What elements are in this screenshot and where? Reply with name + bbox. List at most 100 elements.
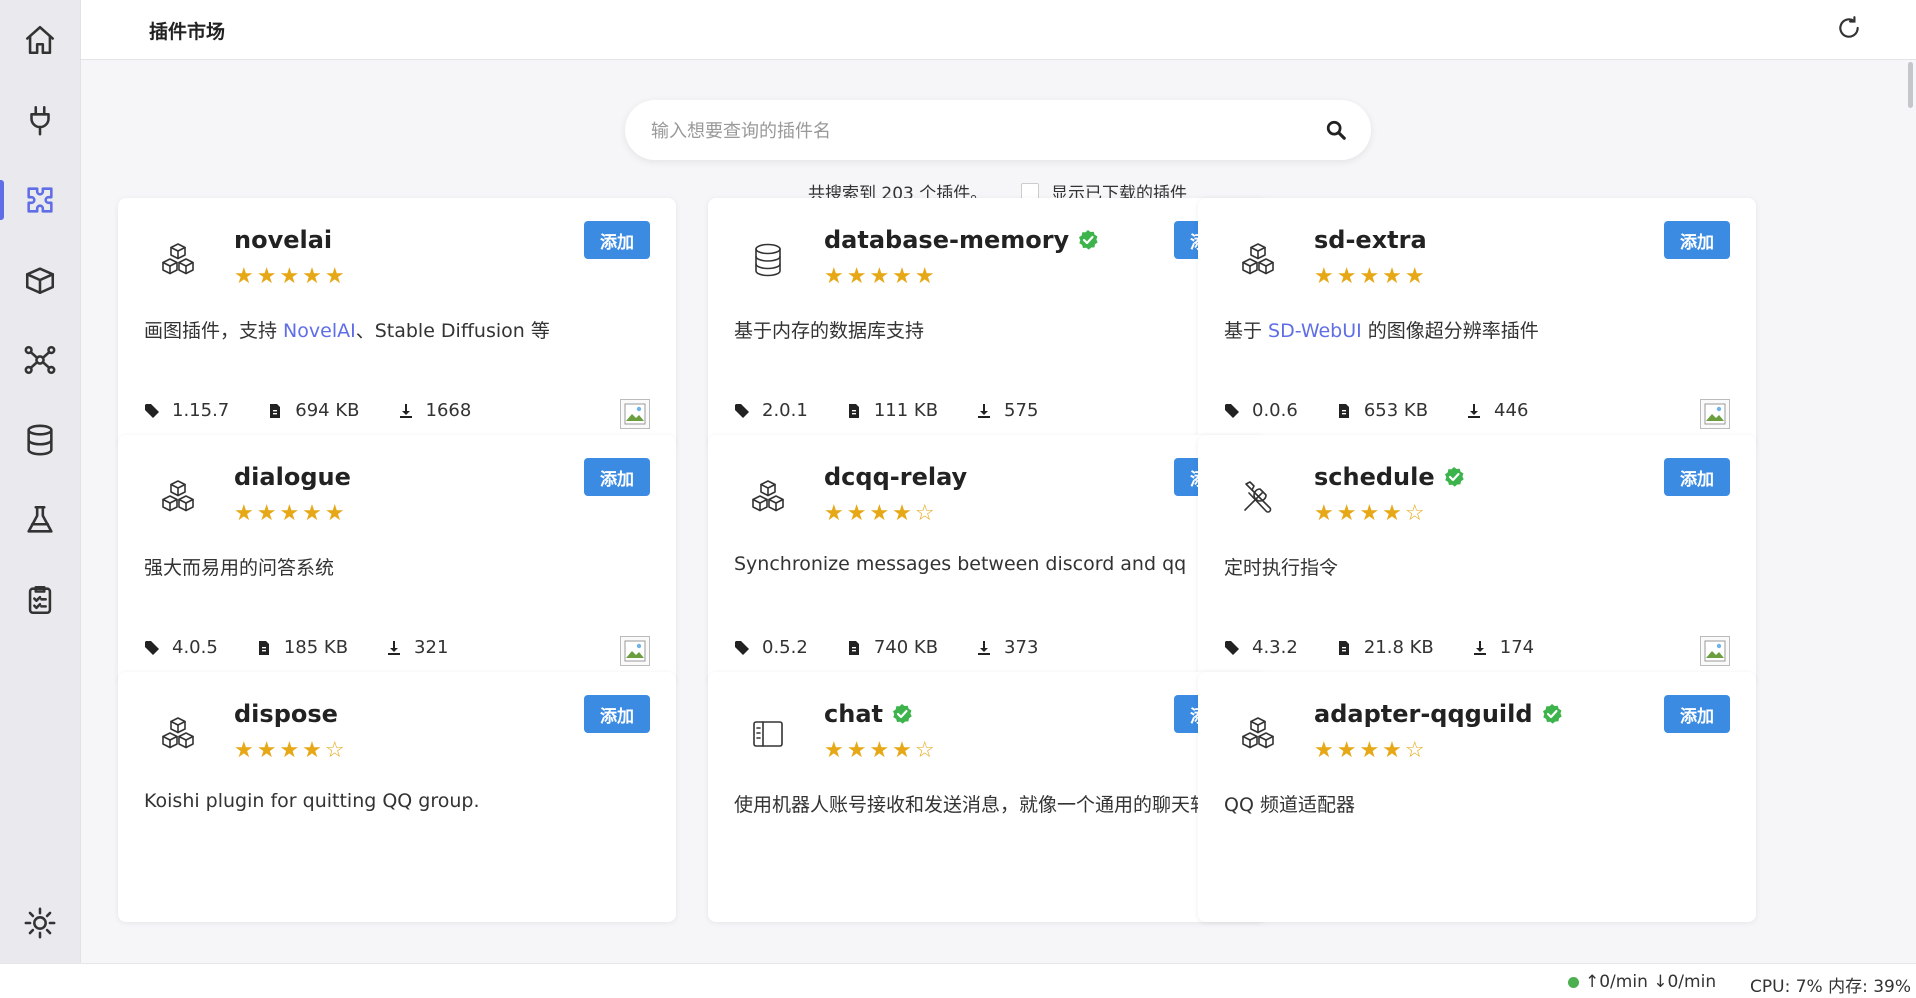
plugin-card[interactable]: database-memory★★★★★基于内存的数据库支持添加2.0.1111…: [708, 198, 1266, 448]
flask-icon: [27, 505, 53, 533]
search-bar: [625, 100, 1371, 162]
nav-database[interactable]: [0, 410, 80, 470]
plugin-name[interactable]: dialogue: [234, 463, 351, 491]
description-text: Synchronize messages between discord and…: [734, 553, 1187, 575]
puzzle-icon: [27, 187, 53, 213]
plugin-card[interactable]: chat★★★★☆使用机器人账号接收和发送消息，就像一个通用的聊天软件一添加: [708, 672, 1266, 922]
plugin-name[interactable]: adapter-qqguild: [1314, 700, 1563, 728]
plugin-name-text: chat: [824, 700, 883, 728]
plugin-size: 653 KB: [1336, 400, 1428, 421]
database-icon: [746, 238, 790, 282]
plug-icon: [30, 105, 50, 136]
plugin-name[interactable]: database-memory: [824, 226, 1099, 254]
plugin-card[interactable]: adapter-qqguild ★★★★☆ QQ 频道适配器 添加: [1198, 672, 1756, 922]
description-text: 基于: [1224, 320, 1269, 342]
plugin-card[interactable]: novelai ★★★★★ 画图插件，支持 NovelAI、Stable Diffu…: [118, 198, 676, 448]
rating-stars: ★★★★★: [1314, 264, 1428, 289]
plugin-version-value: 1.15.7: [172, 400, 230, 421]
plugin-name[interactable]: dispose: [234, 700, 338, 728]
plugin-downloads: 1668: [398, 400, 471, 421]
rating-stars: ★★★★★: [824, 264, 938, 289]
plugin-size-value: 111 KB: [873, 400, 939, 421]
plugin-name[interactable]: schedule: [1314, 463, 1465, 491]
scrollbar-thumb[interactable]: [1908, 62, 1913, 108]
cubes-icon: [156, 712, 200, 756]
plugin-version: 0.5.2: [734, 637, 808, 658]
sidebar-panel-icon: [746, 712, 790, 756]
plugin-description: Synchronize messages between discord and…: [734, 553, 1244, 575]
image-placeholder-icon[interactable]: [620, 636, 650, 666]
plugin-size-value: 694 KB: [295, 400, 360, 421]
tag-icon: [144, 403, 172, 419]
add-plugin-button[interactable]: 添加: [1664, 221, 1730, 259]
theme-toggle[interactable]: [0, 893, 80, 953]
plugin-version-value: 2.0.1: [762, 400, 808, 421]
image-placeholder-icon[interactable]: [620, 399, 650, 429]
plugin-downloads: 321: [386, 637, 448, 658]
plugin-meta: 1.15.7 694 KB 1668: [144, 400, 509, 421]
nav-sandbox[interactable]: [0, 490, 80, 550]
description-link[interactable]: SD-WebUI: [1268, 320, 1362, 342]
plugin-version: 4.3.2: [1224, 637, 1298, 658]
plugin-description: 画图插件，支持 NovelAI、Stable Diffusion 等: [144, 316, 654, 343]
system-usage: CPU: 7% 内存: 39%: [1750, 977, 1911, 997]
network-rate: ↑0/min ↓0/min: [1585, 972, 1717, 992]
description-text: 基于内存的数据库支持: [734, 320, 925, 342]
nav-network[interactable]: [0, 330, 80, 390]
plugin-description: Koishi plugin for quitting QQ group.: [144, 790, 654, 812]
plugin-downloads-value: 174: [1499, 637, 1535, 658]
plugin-description: 基于 SD-WebUI 的图像超分辨率插件: [1224, 316, 1734, 343]
cubes-icon: [156, 238, 200, 282]
plugin-card[interactable]: dispose ★★★★☆ Koishi plugin for quitting Q…: [118, 672, 676, 922]
image-placeholder-icon[interactable]: [1700, 399, 1730, 429]
refresh-button[interactable]: [1836, 15, 1864, 43]
image-placeholder-icon[interactable]: [1700, 636, 1730, 666]
nav-home[interactable]: [0, 10, 80, 70]
description-text: 画图插件，支持: [144, 320, 284, 342]
tag-icon: [144, 640, 172, 656]
add-plugin-button[interactable]: 添加: [584, 695, 650, 733]
search-input[interactable]: [649, 100, 1303, 162]
plugin-card[interactable]: dcqq-relay ★★★★☆ Synchronize messages betw…: [708, 435, 1266, 685]
plugin-version: 2.0.1: [734, 400, 808, 421]
box-icon: [25, 267, 55, 295]
description-link[interactable]: NovelAI: [283, 320, 356, 342]
plugin-downloads-value: 575: [1004, 400, 1039, 421]
nav-plugins[interactable]: [0, 90, 80, 150]
add-plugin-button[interactable]: 添加: [584, 221, 650, 259]
add-plugin-button[interactable]: 添加: [1664, 458, 1730, 496]
plugin-size: 21.8 KB: [1336, 637, 1434, 658]
plugin-version: 1.15.7: [144, 400, 229, 421]
plugin-card[interactable]: sd-extra ★★★★★ 基于 SD-WebUI 的图像超分辨率插件 添加 0.0.…: [1198, 198, 1756, 448]
plugin-name[interactable]: novelai: [234, 226, 332, 254]
plugin-meta: 0.0.6 653 KB 446: [1224, 400, 1566, 421]
verified-icon: [1533, 700, 1563, 728]
nav-dependencies[interactable]: [0, 250, 80, 310]
rating-stars: ★★★★☆: [824, 501, 938, 526]
plugin-size-value: 21.8 KB: [1363, 637, 1434, 658]
plugin-version-value: 4.3.2: [1252, 637, 1298, 658]
download-icon: [976, 403, 1004, 419]
plugin-size: 111 KB: [846, 400, 938, 421]
rating-stars: ★★★★★: [234, 264, 348, 289]
tools-icon: [1236, 475, 1280, 519]
file-icon: [267, 403, 295, 419]
nav-market[interactable]: [0, 170, 80, 230]
plugin-card[interactable]: schedule ★★★★☆ 定时执行指令 添加 4.3.2 21.8 KB 174: [1198, 435, 1756, 685]
plugin-version-value: 4.0.5: [172, 637, 218, 658]
add-plugin-button[interactable]: 添加: [1664, 695, 1730, 733]
plugin-card[interactable]: dialogue ★★★★★ 强大而易用的问答系统 添加 4.0.5 185 KB 321: [118, 435, 676, 685]
description-text: 强大而易用的问答系统: [144, 557, 335, 579]
database-icon: [27, 424, 53, 456]
description-text: 定时执行指令: [1224, 557, 1339, 579]
plugin-name[interactable]: dcqq-relay: [824, 463, 967, 491]
search-icon[interactable]: [1325, 119, 1347, 141]
plugin-name[interactable]: sd-extra: [1314, 226, 1427, 254]
nav-logs[interactable]: [0, 570, 80, 630]
network-icon: [24, 345, 56, 375]
add-plugin-button[interactable]: 添加: [584, 458, 650, 496]
tag-icon: [1224, 640, 1252, 656]
plugin-name[interactable]: chat: [824, 700, 913, 728]
plugin-downloads: 446: [1466, 400, 1528, 421]
plugin-name-text: novelai: [234, 226, 333, 254]
